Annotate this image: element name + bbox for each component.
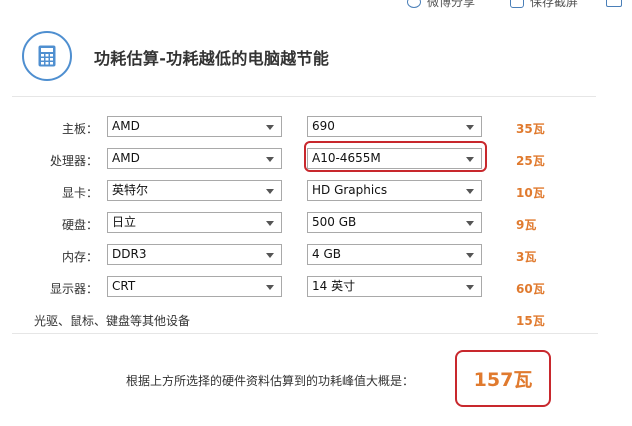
memory-size-select[interactable]: 4 GB <box>307 244 482 265</box>
monitor-power: 60瓦 <box>516 282 545 296</box>
save-screenshot-label: 保存截屏 <box>530 0 579 9</box>
more-icon[interactable] <box>606 0 622 7</box>
calculator-icon-circle <box>22 31 72 81</box>
chevron-down-icon <box>466 189 474 194</box>
chevron-down-icon <box>266 157 274 162</box>
cpu-power: 25瓦 <box>516 154 545 168</box>
gpu-model-value: HD Graphics <box>312 183 388 197</box>
total-highlight-box: 157瓦 <box>455 350 551 407</box>
mainboard-brand-select[interactable]: AMD <box>107 116 282 137</box>
monitor-type-select[interactable]: CRT <box>107 276 282 297</box>
mainboard-power: 35瓦 <box>516 122 545 136</box>
summary-label: 根据上方所选择的硬件资料估算到的功耗峰值大概是： <box>126 374 415 388</box>
cpu-brand-value: AMD <box>112 151 140 165</box>
chevron-down-icon <box>266 221 274 226</box>
chevron-down-icon <box>266 253 274 258</box>
monitor-label: 显示器： <box>49 282 98 296</box>
memory-type-value: DDR3 <box>112 247 147 261</box>
divider <box>12 333 598 334</box>
page-title: 功耗估算-功耗越低的电脑越节能 <box>94 49 330 68</box>
chevron-down-icon <box>266 285 274 290</box>
mainboard-brand-value: AMD <box>112 119 140 133</box>
mainboard-label: 主板： <box>61 122 98 136</box>
divider <box>12 96 596 97</box>
disk-capacity-select[interactable]: 500 GB <box>307 212 482 233</box>
cpu-label: 处理器： <box>49 154 98 168</box>
chevron-down-icon <box>466 221 474 226</box>
gpu-power: 10瓦 <box>516 186 545 200</box>
screenshot-icon <box>510 0 524 8</box>
other-devices-label: 光驱、鼠标、键盘等其他设备 <box>34 314 191 328</box>
chevron-down-icon <box>466 253 474 258</box>
weibo-icon <box>407 0 421 8</box>
calculator-icon <box>38 45 56 67</box>
monitor-size-value: 14 英寸 <box>312 279 356 293</box>
gpu-brand-value: 英特尔 <box>112 183 149 197</box>
total-power: 157瓦 <box>473 369 533 391</box>
gpu-brand-select[interactable]: 英特尔 <box>107 180 282 201</box>
gpu-label: 显卡： <box>61 186 98 200</box>
save-screenshot-button[interactable]: 保存截屏 <box>510 0 578 10</box>
memory-size-value: 4 GB <box>312 247 341 261</box>
chevron-down-icon <box>466 285 474 290</box>
disk-capacity-value: 500 GB <box>312 215 357 229</box>
memory-type-select[interactable]: DDR3 <box>107 244 282 265</box>
weibo-share-label: 微博分享 <box>427 0 476 9</box>
monitor-size-select[interactable]: 14 英寸 <box>307 276 482 297</box>
disk-brand-select[interactable]: 日立 <box>107 212 282 233</box>
disk-brand-value: 日立 <box>112 215 137 229</box>
cpu-brand-select[interactable]: AMD <box>107 148 282 169</box>
monitor-type-value: CRT <box>112 279 136 293</box>
memory-power: 3瓦 <box>516 250 537 264</box>
cpu-highlight-box <box>304 141 487 172</box>
chevron-down-icon <box>466 125 474 130</box>
disk-label: 硬盘： <box>61 218 98 232</box>
chevron-down-icon <box>266 125 274 130</box>
memory-label: 内存： <box>61 250 98 264</box>
gpu-model-select[interactable]: HD Graphics <box>307 180 482 201</box>
mainboard-model-value: 690 <box>312 119 335 133</box>
top-toolbar: 微博分享 保存截屏 <box>0 0 632 10</box>
mainboard-model-select[interactable]: 690 <box>307 116 482 137</box>
chevron-down-icon <box>266 189 274 194</box>
weibo-share-button[interactable]: 微博分享 <box>407 0 475 10</box>
disk-power: 9瓦 <box>516 218 537 232</box>
other-devices-power: 15瓦 <box>516 314 545 328</box>
